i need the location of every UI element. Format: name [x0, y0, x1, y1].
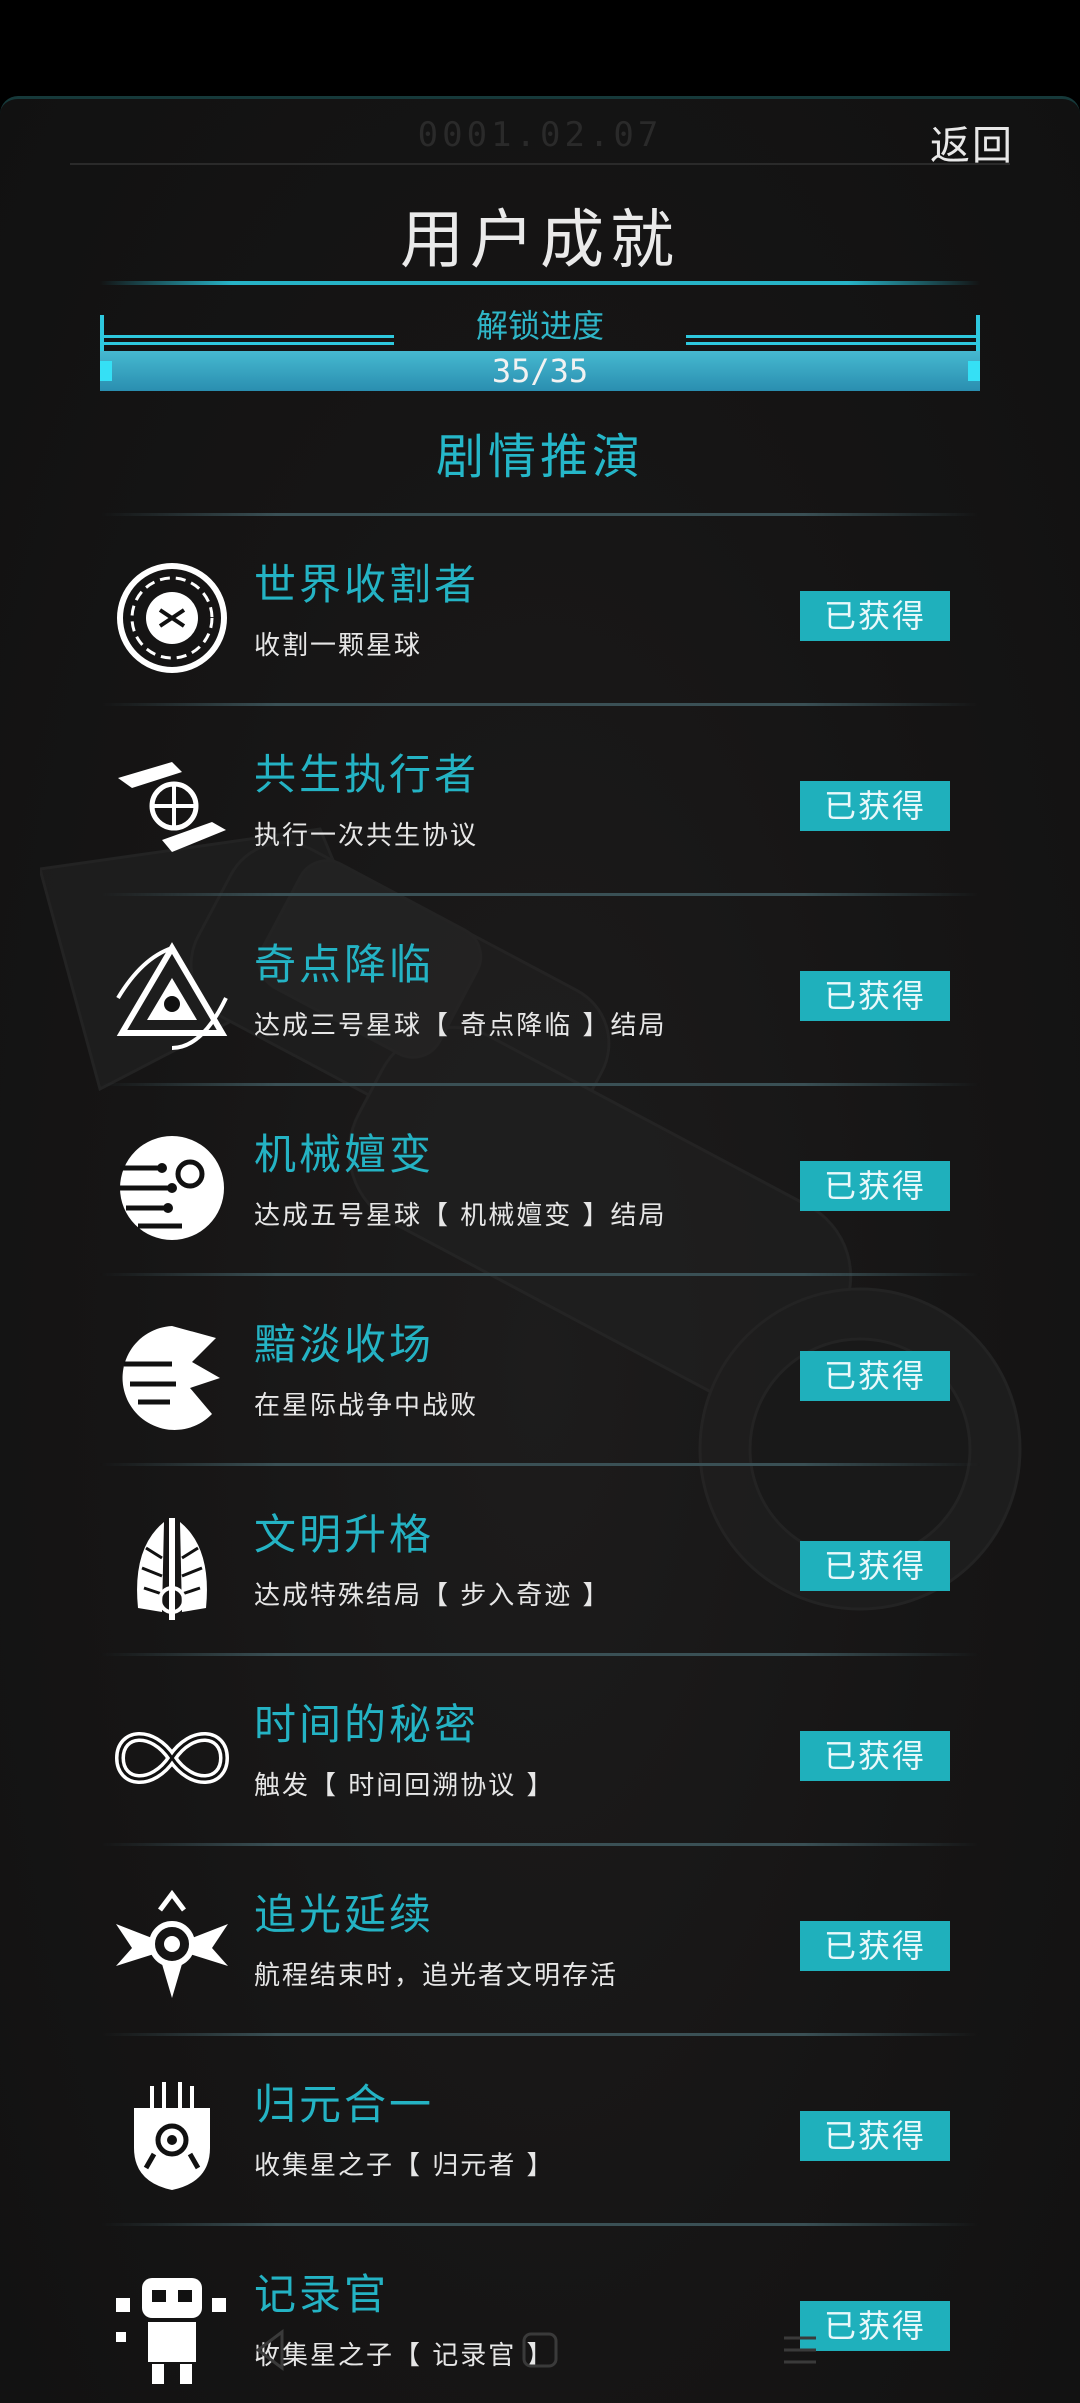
achievement-item: 世界收割者收割一颗星球 已获得 [0, 513, 1080, 703]
achievement-item: 归元合一收集星之子【 归元者 】 已获得 [0, 2033, 1080, 2223]
back-button[interactable]: 返回 [930, 113, 1014, 171]
achievement-name: 世界收割者 [254, 560, 480, 609]
achievement-description: 收集星之子【 归元者 】 [254, 2151, 555, 2181]
achievement-status-badge: 已获得 [800, 1351, 950, 1401]
achievement-item: 机械嬗变达成五号星球【 机械嬗变 】结局 已获得 [0, 1083, 1080, 1273]
achievement-description: 执行一次共生协议 [254, 821, 479, 851]
status-bar [0, 0, 1080, 96]
achievement-item: 奇点降临达成三号星球【 奇点降临 】结局 已获得 [0, 893, 1080, 1083]
achievement-name: 时间的秘密 [254, 1700, 480, 1749]
achievement-description: 收割一颗星球 [254, 631, 423, 661]
achievement-item: 共生执行者执行一次共生协议 已获得 [0, 703, 1080, 893]
title-divider [100, 281, 980, 285]
winged-emblem-icon [137, 1518, 207, 1620]
infinity-icon [114, 1732, 230, 1784]
nav-menu-icon[interactable] [770, 2320, 830, 2380]
symbiosis-hands-globe-icon [118, 762, 226, 852]
shattered-planet-icon [122, 1326, 220, 1430]
achievement-description: 在星际战争中战败 [254, 1391, 479, 1421]
achievement-description: 航程结束时，追光者文明存活 [254, 1961, 619, 1991]
planet-harvest-icon [117, 563, 227, 673]
achievement-item: 黯淡收场在星际战争中战败 已获得 [0, 1273, 1080, 1463]
achievement-item: 文明升格达成特殊结局【 步入奇迹 】 已获得 [0, 1463, 1080, 1653]
achievement-status-badge: 已获得 [800, 591, 950, 641]
achievement-name: 机械嬗变 [254, 1130, 435, 1179]
achievement-name: 文明升格 [254, 1510, 435, 1559]
achievement-name: 黯淡收场 [254, 1320, 435, 1369]
winged-sun-icon [116, 1889, 228, 1998]
nav-home-icon[interactable] [510, 2320, 570, 2380]
date-text: 0001.02.07 [417, 115, 663, 155]
mechanical-planet-icon [120, 1136, 224, 1240]
achievement-status-badge: 已获得 [800, 2111, 950, 2161]
achievement-status-badge: 已获得 [800, 971, 950, 1021]
achievement-description: 达成三号星球【 奇点降临 】结局 [254, 1011, 667, 1041]
header-divider [70, 163, 1010, 165]
mask-circuit-icon [134, 2082, 210, 2190]
achievement-name: 奇点降临 [254, 940, 435, 989]
achievement-status-badge: 已获得 [800, 1161, 950, 1211]
achievement-item: 追光延续航程结束时，追光者文明存活 已获得 [0, 1843, 1080, 2033]
system-nav-bar [0, 2300, 1080, 2400]
achievement-name: 共生执行者 [254, 750, 480, 799]
achievement-description: 触发【 时间回溯协议 】 [254, 1771, 555, 1801]
achievement-item: 时间的秘密触发【 时间回溯协议 】 已获得 [0, 1653, 1080, 1843]
achievement-status-badge: 已获得 [800, 1541, 950, 1591]
achievement-list: 世界收割者 收割一颗星球 已获得 共生执行者 执行一次共生协议 已获得 奇点降临 达成三号星球… [0, 513, 1080, 2403]
achievement-status-badge: 已获得 [800, 1731, 950, 1781]
achievement-name: 追光延续 [254, 1890, 435, 1939]
achievement-description: 达成五号星球【 机械嬗变 】结局 [254, 1201, 667, 1231]
achievement-name: 归元合一 [254, 2080, 435, 2129]
page-title: 用户成就 [400, 204, 680, 278]
progress-bar: 35/35 [100, 351, 980, 391]
nav-back-icon[interactable] [242, 2320, 302, 2380]
achievements-panel: 0001.02.07 返回 用户成就 解锁进度 35/35 剧情推演 世界收割者… [0, 96, 1080, 2403]
unlock-progress: 解锁进度 35/35 [100, 299, 980, 393]
section-title: 剧情推演 [435, 429, 644, 485]
progress-label: 解锁进度 [475, 307, 604, 345]
progress-count: 35/35 [491, 352, 589, 390]
achievement-description: 达成特殊结局【 步入奇迹 】 [254, 1581, 611, 1611]
singularity-triangle-icon [116, 942, 228, 1050]
achievement-status-badge: 已获得 [800, 1921, 950, 1971]
achievement-status-badge: 已获得 [800, 781, 950, 831]
